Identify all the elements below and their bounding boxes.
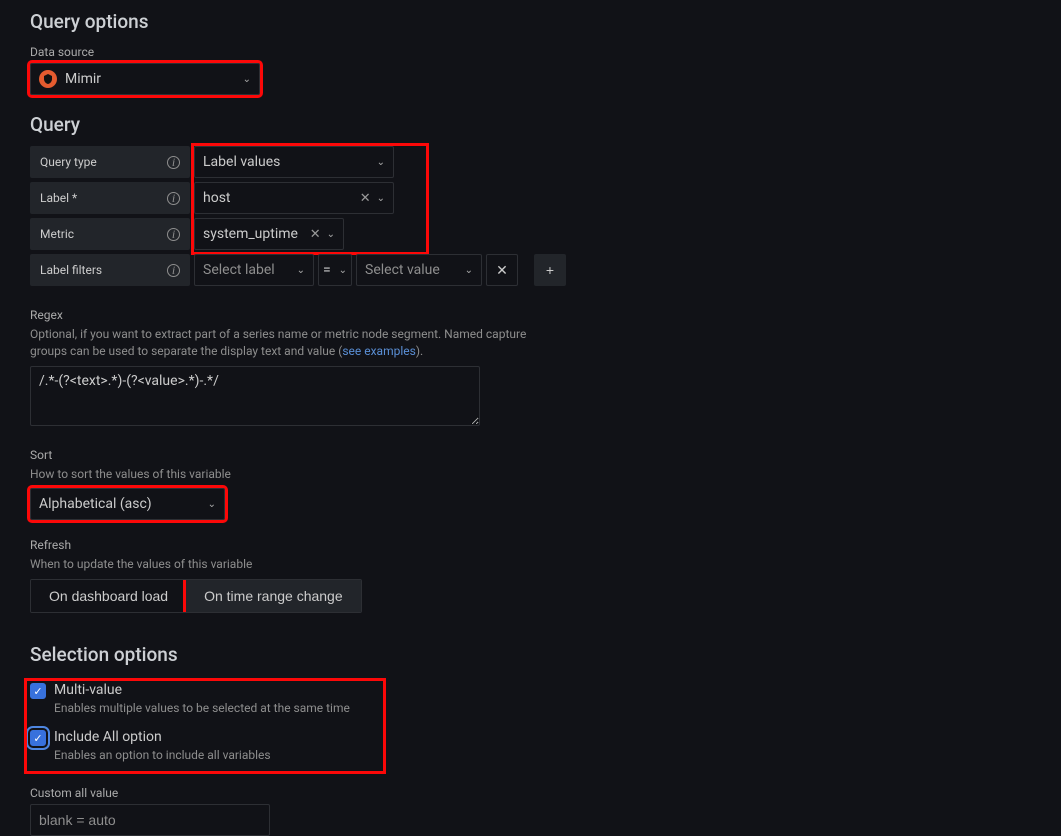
chevron-down-icon: ⌄ (369, 157, 385, 168)
include-all-label: Include All option (54, 729, 271, 745)
sort-hint: How to sort the values of this variable (30, 466, 1031, 483)
custom-all-input[interactable] (30, 804, 270, 836)
clear-icon[interactable]: ✕ (310, 227, 321, 242)
chevron-down-icon: ⌄ (457, 265, 473, 276)
filter-value-select[interactable]: Select value ⌄ (356, 254, 482, 286)
chevron-down-icon: ⌄ (235, 74, 251, 85)
multi-value-label: Multi-value (54, 682, 350, 698)
info-icon[interactable]: i (167, 192, 180, 205)
sort-label: Sort (30, 448, 1031, 462)
regex-hint: Optional, if you want to extract part of… (30, 326, 560, 360)
chevron-down-icon: ⌄ (200, 499, 216, 510)
regex-label: Regex (30, 308, 1031, 322)
selection-options-heading: Selection options (30, 643, 1031, 666)
query-heading: Query (30, 113, 1031, 136)
query-type-label: Query type i (30, 146, 190, 178)
sort-select[interactable]: Alphabetical (asc) ⌄ (30, 488, 225, 520)
chevron-down-icon: ⌄ (335, 265, 347, 276)
custom-all-label: Custom all value (30, 786, 1031, 800)
filter-label-select[interactable]: Select label ⌄ (194, 254, 314, 286)
datasource-value: Mimir (65, 71, 101, 87)
label-filters-label: Label filters i (30, 254, 190, 286)
metric-select[interactable]: system_uptime ✕ ⌄ (194, 218, 344, 250)
chevron-down-icon: ⌄ (289, 265, 305, 276)
query-options-heading: Query options (30, 10, 1031, 33)
regex-examples-link[interactable]: see examples (342, 344, 415, 358)
filter-operator-select[interactable]: = ⌄ (318, 254, 352, 286)
info-icon[interactable]: i (167, 156, 180, 169)
datasource-icon (39, 70, 57, 88)
refresh-on-time-range[interactable]: On time range change (186, 580, 361, 612)
query-type-select[interactable]: Label values ⌄ (194, 146, 394, 178)
datasource-label: Data source (30, 45, 1031, 59)
include-all-desc: Enables an option to include all variabl… (54, 748, 271, 762)
clear-icon[interactable]: ✕ (360, 191, 371, 206)
label-field-label: Label * i (30, 182, 190, 214)
datasource-select[interactable]: Mimir ⌄ (30, 63, 260, 95)
refresh-toggle: On dashboard load On time range change (30, 579, 362, 613)
refresh-label: Refresh (30, 538, 1031, 552)
include-all-checkbox[interactable]: ✓ (30, 730, 46, 746)
chevron-down-icon: ⌄ (375, 193, 385, 204)
info-icon[interactable]: i (167, 264, 180, 277)
info-icon[interactable]: i (167, 228, 180, 241)
remove-filter-button[interactable]: ✕ (486, 254, 518, 286)
refresh-on-dashboard-load[interactable]: On dashboard load (31, 580, 186, 612)
refresh-hint: When to update the values of this variab… (30, 556, 1031, 573)
multi-value-checkbox[interactable]: ✓ (30, 683, 46, 699)
regex-input[interactable] (30, 366, 480, 426)
metric-field-label: Metric i (30, 218, 190, 250)
chevron-down-icon: ⌄ (325, 229, 335, 240)
add-filter-button[interactable]: + (534, 254, 566, 286)
label-select[interactable]: host ✕ ⌄ (194, 182, 394, 214)
multi-value-desc: Enables multiple values to be selected a… (54, 701, 350, 715)
